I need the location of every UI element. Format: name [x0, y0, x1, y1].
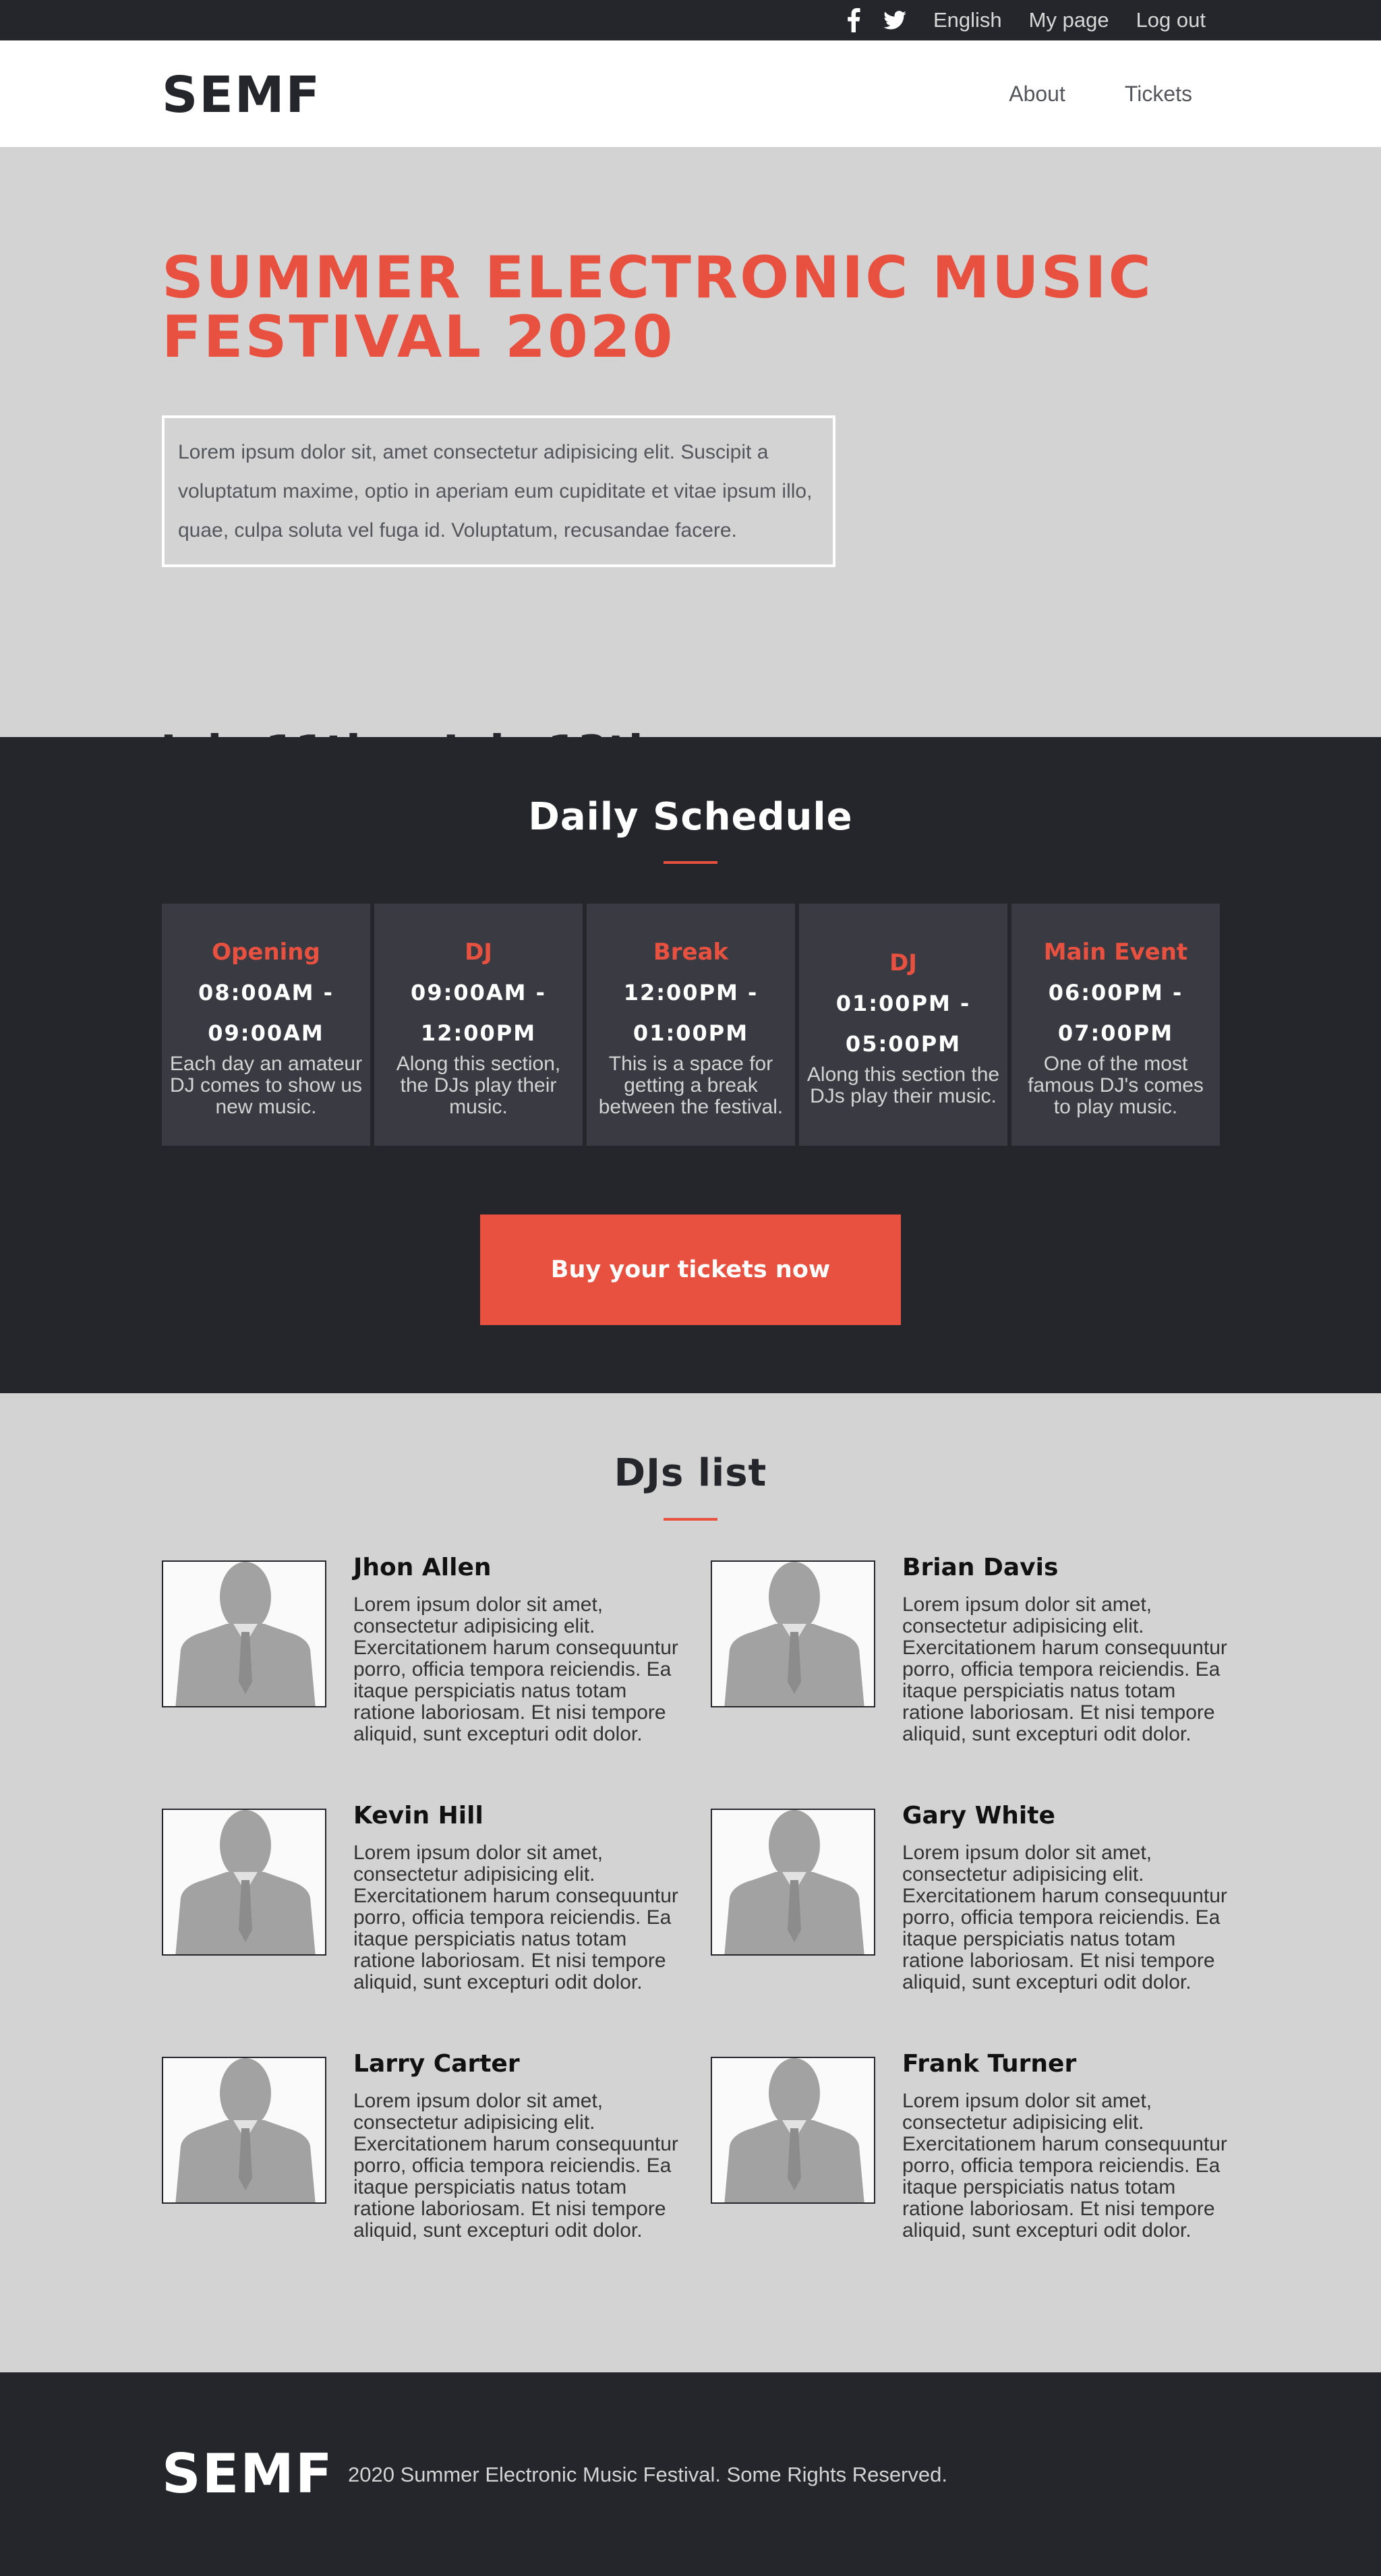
- top-bar: English My page Log out: [0, 0, 1381, 40]
- footer-logo: SEMF: [162, 2442, 334, 2505]
- buy-tickets-button[interactable]: Buy your tickets now: [480, 1214, 901, 1325]
- djs-title: DJs list: [614, 1451, 767, 1495]
- card-time: 06:00PM - 07:00PM: [1048, 979, 1183, 1046]
- card-description: Along this section, the DJs play their m…: [396, 1052, 561, 1118]
- twitter-link[interactable]: [883, 11, 906, 30]
- copyright-text: 2020 Summer Electronic Music Festival. S…: [348, 2463, 947, 2486]
- main-nav: About Tickets: [1009, 40, 1192, 147]
- dj-name: Jhon Allen: [353, 1554, 492, 1581]
- top-bar-links: English My page Log out: [847, 0, 1206, 40]
- dj-photo: [711, 1809, 875, 1956]
- hero-intro-box: Lorem ipsum dolor sit, amet consectetur …: [162, 415, 835, 567]
- card-description: One of the most famous DJ's comes to pla…: [1028, 1052, 1204, 1118]
- my-page-link[interactable]: My page: [1029, 8, 1109, 32]
- schedule-cards: Opening 08:00AM - 09:00AM Each day an am…: [162, 904, 1220, 1146]
- card-title: Main Event: [1043, 938, 1188, 966]
- schedule-card: DJ 09:00AM - 12:00PM Along this section,…: [374, 904, 583, 1146]
- site-footer: SEMF 2020 Summer Electronic Music Festiv…: [0, 2372, 1381, 2576]
- section-underline: [664, 1518, 717, 1521]
- dj-photo: [162, 2057, 326, 2204]
- card-time: 01:00PM - 05:00PM: [835, 990, 971, 1057]
- person-silhouette-icon: [712, 1562, 874, 1706]
- dj-name: Frank Turner: [902, 2050, 1077, 2078]
- person-silhouette-icon: [712, 1810, 874, 1954]
- card-title: DJ: [465, 938, 492, 966]
- dj-bio: Lorem ipsum dolor sit amet, consectetur …: [902, 2090, 1227, 2242]
- section-underline: [664, 861, 717, 864]
- person-silhouette-icon: [163, 1562, 325, 1706]
- language-link[interactable]: English: [933, 8, 1002, 32]
- twitter-icon: [883, 11, 906, 30]
- hero-title: SUMMER ELECTRONIC MUSIC FESTIVAL 2020: [162, 244, 1153, 371]
- card-description: Along this section the DJs play their mu…: [806, 1063, 1000, 1107]
- card-description: Each day an amateur DJ comes to show us …: [169, 1052, 363, 1118]
- card-time: 08:00AM - 09:00AM: [198, 979, 334, 1046]
- card-time: 12:00PM - 01:00PM: [623, 979, 759, 1046]
- hero-section: SUMMER ELECTRONIC MUSIC FESTIVAL 2020 Lo…: [0, 147, 1381, 777]
- card-time: 09:00AM - 12:00PM: [411, 979, 546, 1046]
- social-links: [847, 8, 906, 32]
- card-title: Opening: [212, 938, 320, 966]
- dj-name: Larry Carter: [353, 2050, 520, 2078]
- schedule-card: Break 12:00PM - 01:00PM This is a space …: [587, 904, 795, 1146]
- nav-tickets[interactable]: Tickets: [1125, 82, 1192, 107]
- dj-name: Brian Davis: [902, 1554, 1059, 1581]
- facebook-link[interactable]: [847, 8, 860, 32]
- card-title: DJ: [889, 949, 917, 976]
- dj-photo: [162, 1809, 326, 1956]
- site-logo[interactable]: SEMF: [162, 66, 321, 124]
- schedule-card: DJ 01:00PM - 05:00PM Along this section …: [799, 904, 1007, 1146]
- dj-name: Kevin Hill: [353, 1802, 483, 1829]
- djs-section: DJs list Jhon Allen Lorem ipsum dolor si…: [0, 1393, 1381, 2372]
- dj-photo: [711, 1560, 875, 1707]
- dj-bio: Lorem ipsum dolor sit amet, consectetur …: [902, 1593, 1227, 1745]
- card-description: This is a space for getting a break betw…: [598, 1052, 784, 1118]
- dj-photo: [711, 2057, 875, 2204]
- dj-photo: [162, 1560, 326, 1707]
- hero-intro-text: Lorem ipsum dolor sit, amet consectetur …: [178, 441, 813, 541]
- logout-link[interactable]: Log out: [1136, 8, 1206, 32]
- dj-bio: Lorem ipsum dolor sit amet, consectetur …: [353, 1842, 678, 1993]
- facebook-icon: [848, 8, 860, 32]
- nav-about[interactable]: About: [1009, 82, 1065, 107]
- dj-bio: Lorem ipsum dolor sit amet, consectetur …: [353, 2090, 678, 2242]
- dj-bio: Lorem ipsum dolor sit amet, consectetur …: [353, 1593, 678, 1745]
- dj-bio: Lorem ipsum dolor sit amet, consectetur …: [902, 1842, 1227, 1993]
- person-silhouette-icon: [163, 1810, 325, 1954]
- schedule-title: Daily Schedule: [528, 795, 853, 839]
- person-silhouette-icon: [712, 2058, 874, 2202]
- site-header: SEMF About Tickets: [0, 40, 1381, 147]
- person-silhouette-icon: [163, 2058, 325, 2202]
- schedule-card: Main Event 06:00PM - 07:00PM One of the …: [1011, 904, 1220, 1146]
- dj-name: Gary White: [902, 1802, 1055, 1829]
- schedule-card: Opening 08:00AM - 09:00AM Each day an am…: [162, 904, 370, 1146]
- schedule-section: Daily Schedule Opening 08:00AM - 09:00AM…: [0, 737, 1381, 1393]
- card-title: Break: [653, 938, 729, 966]
